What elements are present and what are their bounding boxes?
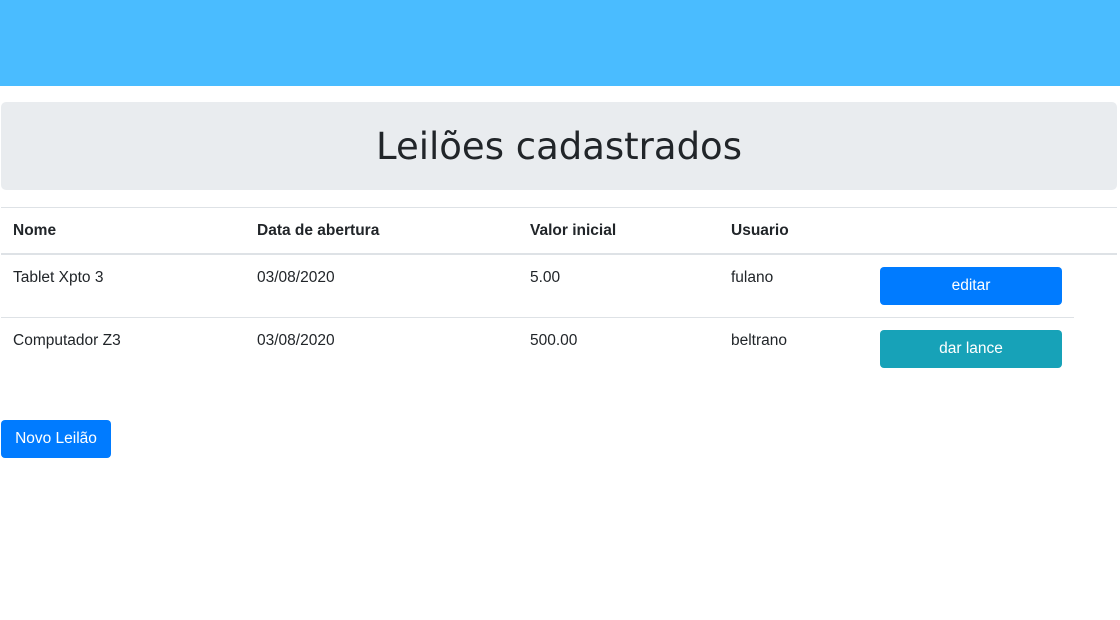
cell-nome: Tablet Xpto 3 <box>13 269 104 286</box>
table-header-divider <box>1 253 1117 255</box>
cell-valor-inicial: 5.00 <box>530 269 561 286</box>
table-top-divider <box>1 207 1117 208</box>
column-header-nome: Nome <box>13 222 57 239</box>
page-title: Leilões cadastrados <box>376 124 742 168</box>
cell-usuario: beltrano <box>731 332 788 349</box>
cell-data-abertura: 03/08/2020 <box>257 332 335 349</box>
column-header-data-abertura: Data de abertura <box>257 222 380 239</box>
new-auction-button[interactable]: Novo Leilão <box>1 420 111 458</box>
table-row-divider <box>1 317 1074 318</box>
cell-nome: Computador Z3 <box>13 332 121 349</box>
cell-valor-inicial: 500.00 <box>530 332 578 349</box>
bid-button[interactable]: dar lance <box>880 330 1062 368</box>
cell-usuario: fulano <box>731 269 774 286</box>
cell-data-abertura: 03/08/2020 <box>257 269 335 286</box>
column-header-valor-inicial: Valor inicial <box>530 222 617 239</box>
edit-button[interactable]: editar <box>880 267 1062 305</box>
top-navbar <box>0 0 1120 86</box>
column-header-usuario: Usuario <box>731 222 789 239</box>
page-header: Leilões cadastrados <box>1 102 1117 190</box>
